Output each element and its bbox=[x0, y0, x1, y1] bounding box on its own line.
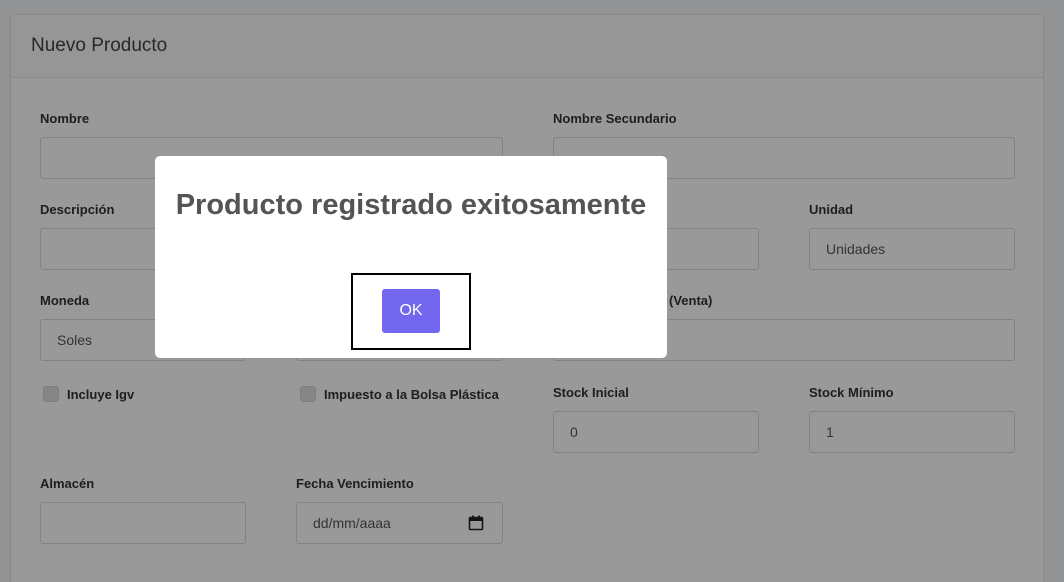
ok-button[interactable]: OK bbox=[382, 289, 440, 333]
success-dialog: Producto registrado exitosamente OK bbox=[155, 156, 667, 358]
dialog-title: Producto registrado exitosamente bbox=[175, 189, 647, 221]
